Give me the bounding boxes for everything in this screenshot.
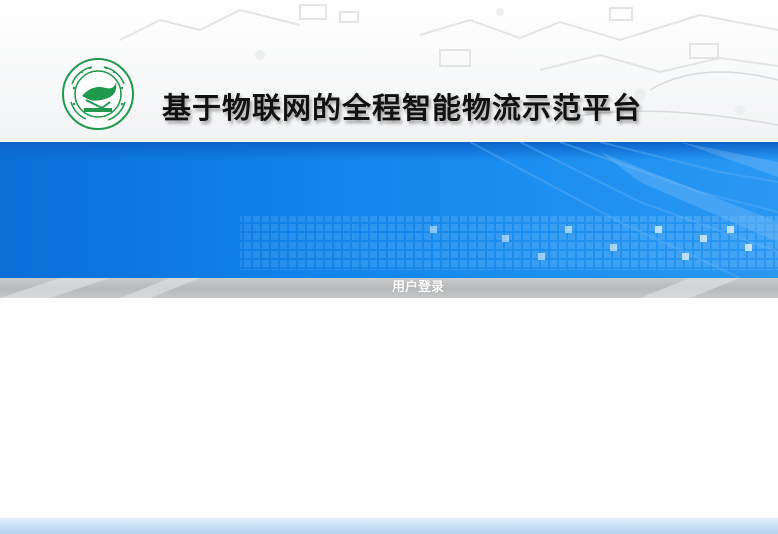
login-bar: 用户登录 <box>0 278 778 298</box>
footer-bar <box>0 518 778 534</box>
login-page: 基于物联网的全程智能物流示范平台 用户登录 <box>0 0 778 534</box>
hero-banner <box>0 142 778 278</box>
user-login-link[interactable]: 用户登录 <box>392 278 462 298</box>
main-content <box>0 298 778 518</box>
login-bar-pattern <box>0 278 740 298</box>
page-title: 基于物联网的全程智能物流示范平台 <box>162 91 643 125</box>
header: 基于物联网的全程智能物流示范平台 <box>0 0 778 142</box>
university-emblem-icon <box>62 58 134 130</box>
banner-tech-pattern <box>240 142 778 278</box>
